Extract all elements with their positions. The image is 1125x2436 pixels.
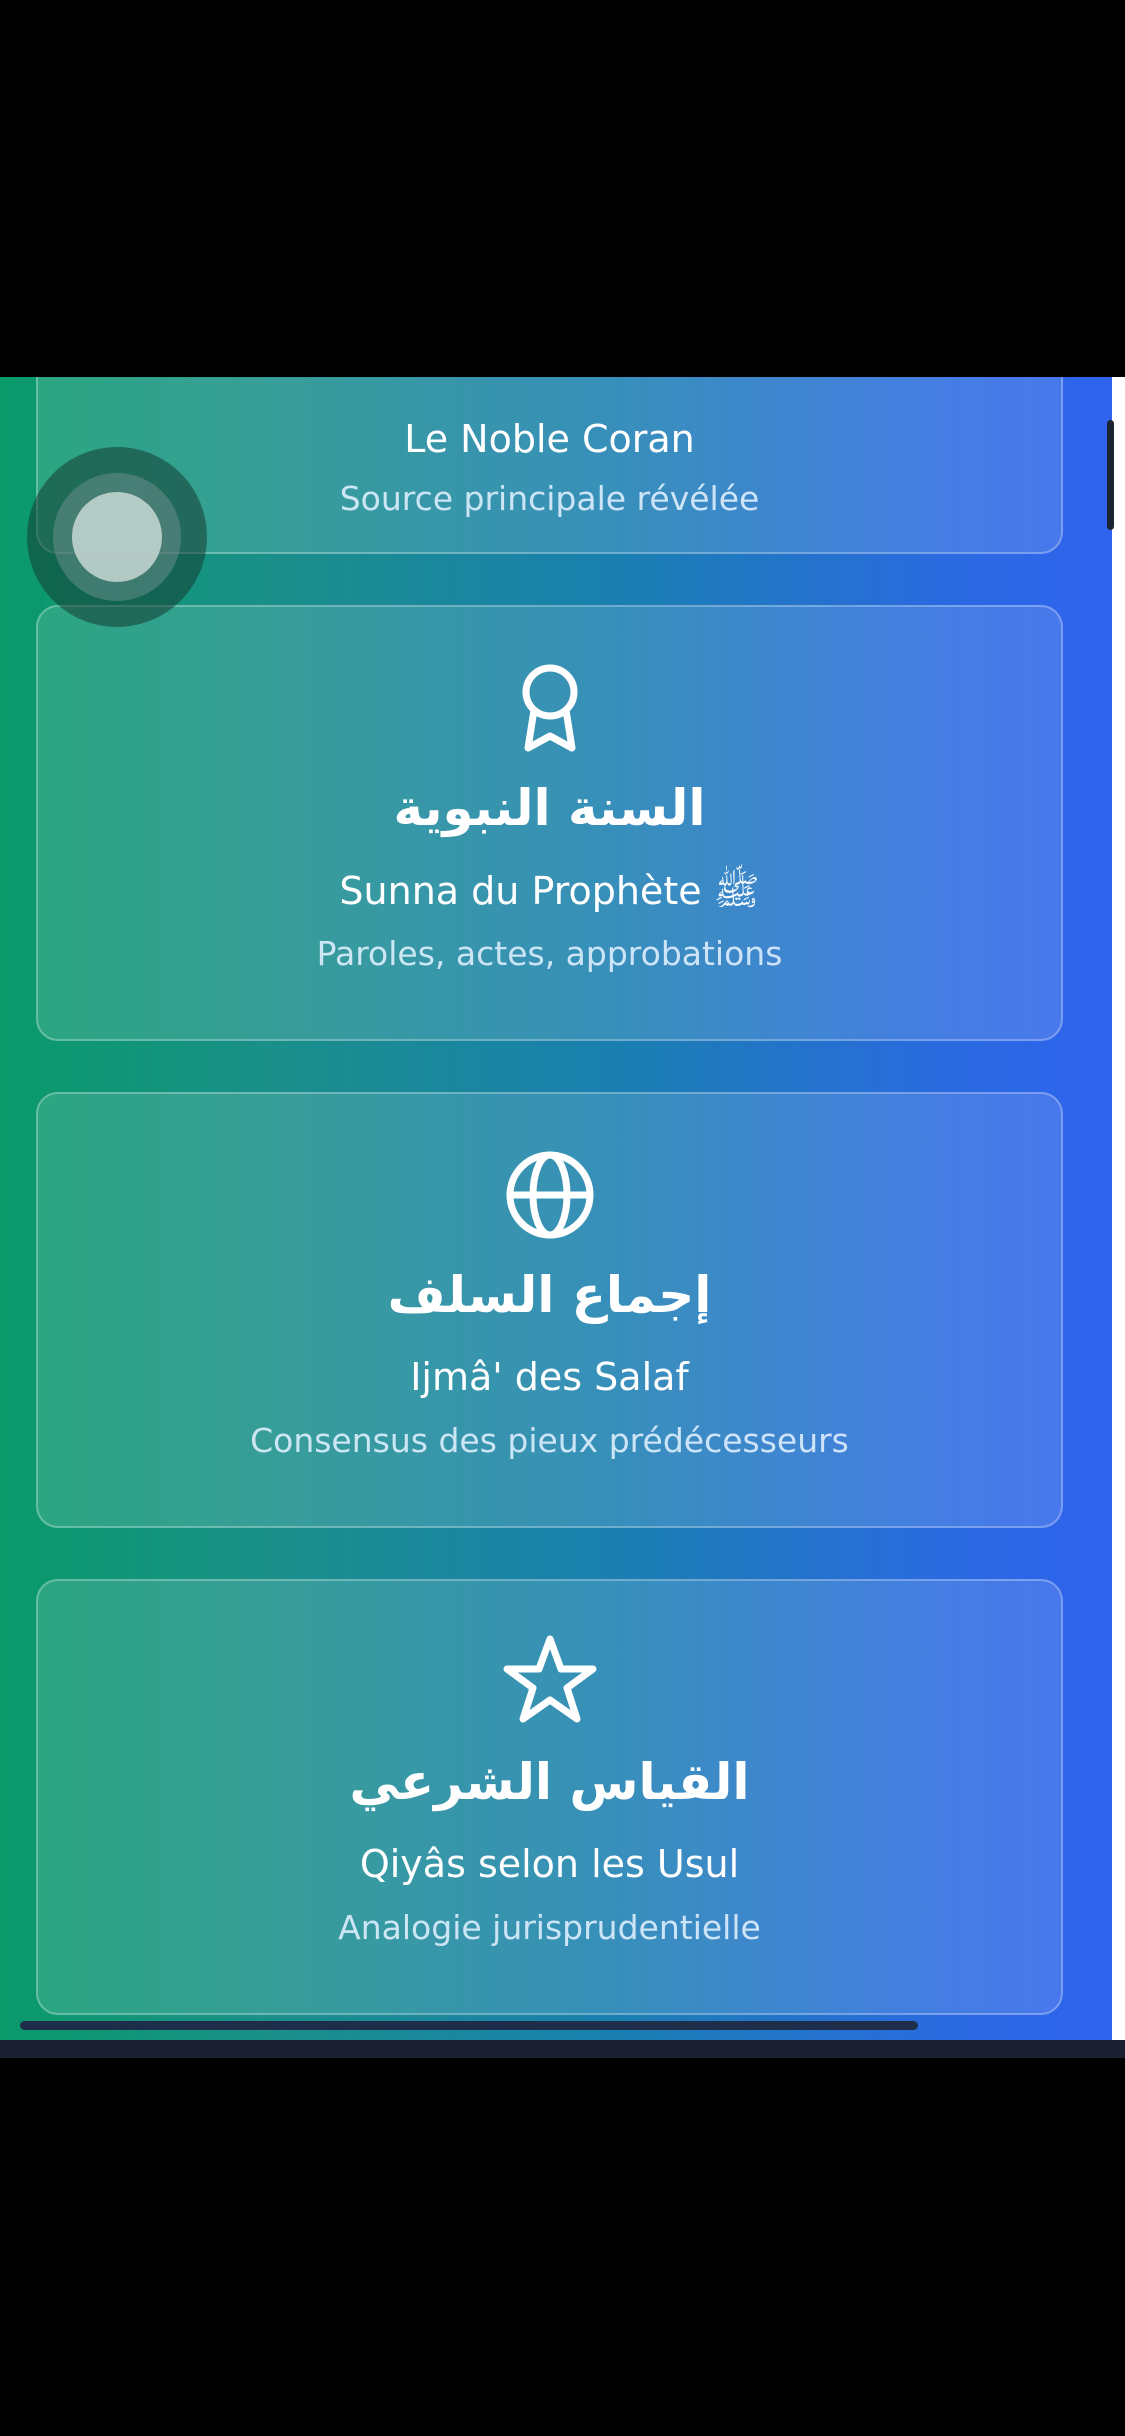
card-arabic-title: القياس الشرعي bbox=[349, 1753, 750, 1811]
globe-icon bbox=[506, 1151, 593, 1239]
card-subtitle: Consensus des pieux prédécesseurs bbox=[250, 1421, 849, 1460]
home-indicator[interactable] bbox=[20, 2021, 918, 2030]
star-icon bbox=[503, 1635, 596, 1723]
award-ribbon-icon bbox=[522, 664, 577, 752]
scroll-indicator[interactable] bbox=[1107, 420, 1114, 530]
card-arabic-title: السنة النبوية bbox=[393, 779, 706, 837]
card-arabic-title: إجماع السلف bbox=[387, 1266, 712, 1324]
touch-indicator-dot bbox=[72, 492, 162, 582]
source-card-ijma[interactable]: إجماع السلف Ijmâ' des Salaf Consensus de… bbox=[36, 1092, 1063, 1528]
card-title: Sunna du Prophète ﷺ bbox=[339, 869, 760, 913]
bottom-band bbox=[0, 2040, 1125, 2058]
screen-edge bbox=[1112, 377, 1125, 2040]
card-title: Le Noble Coran bbox=[404, 417, 695, 461]
app-screen: Le Noble Coran Source principale révélée… bbox=[0, 377, 1112, 2040]
card-subtitle: Paroles, actes, approbations bbox=[316, 934, 783, 973]
card-title: Ijmâ' des Salaf bbox=[410, 1355, 689, 1399]
source-card-sunna[interactable]: السنة النبوية Sunna du Prophète ﷺ Parole… bbox=[36, 605, 1063, 1041]
card-subtitle: Analogie jurisprudentielle bbox=[338, 1908, 761, 1947]
source-card-qiyas[interactable]: القياس الشرعي Qiyâs selon les Usul Analo… bbox=[36, 1579, 1063, 2015]
card-title: Qiyâs selon les Usul bbox=[359, 1842, 740, 1886]
